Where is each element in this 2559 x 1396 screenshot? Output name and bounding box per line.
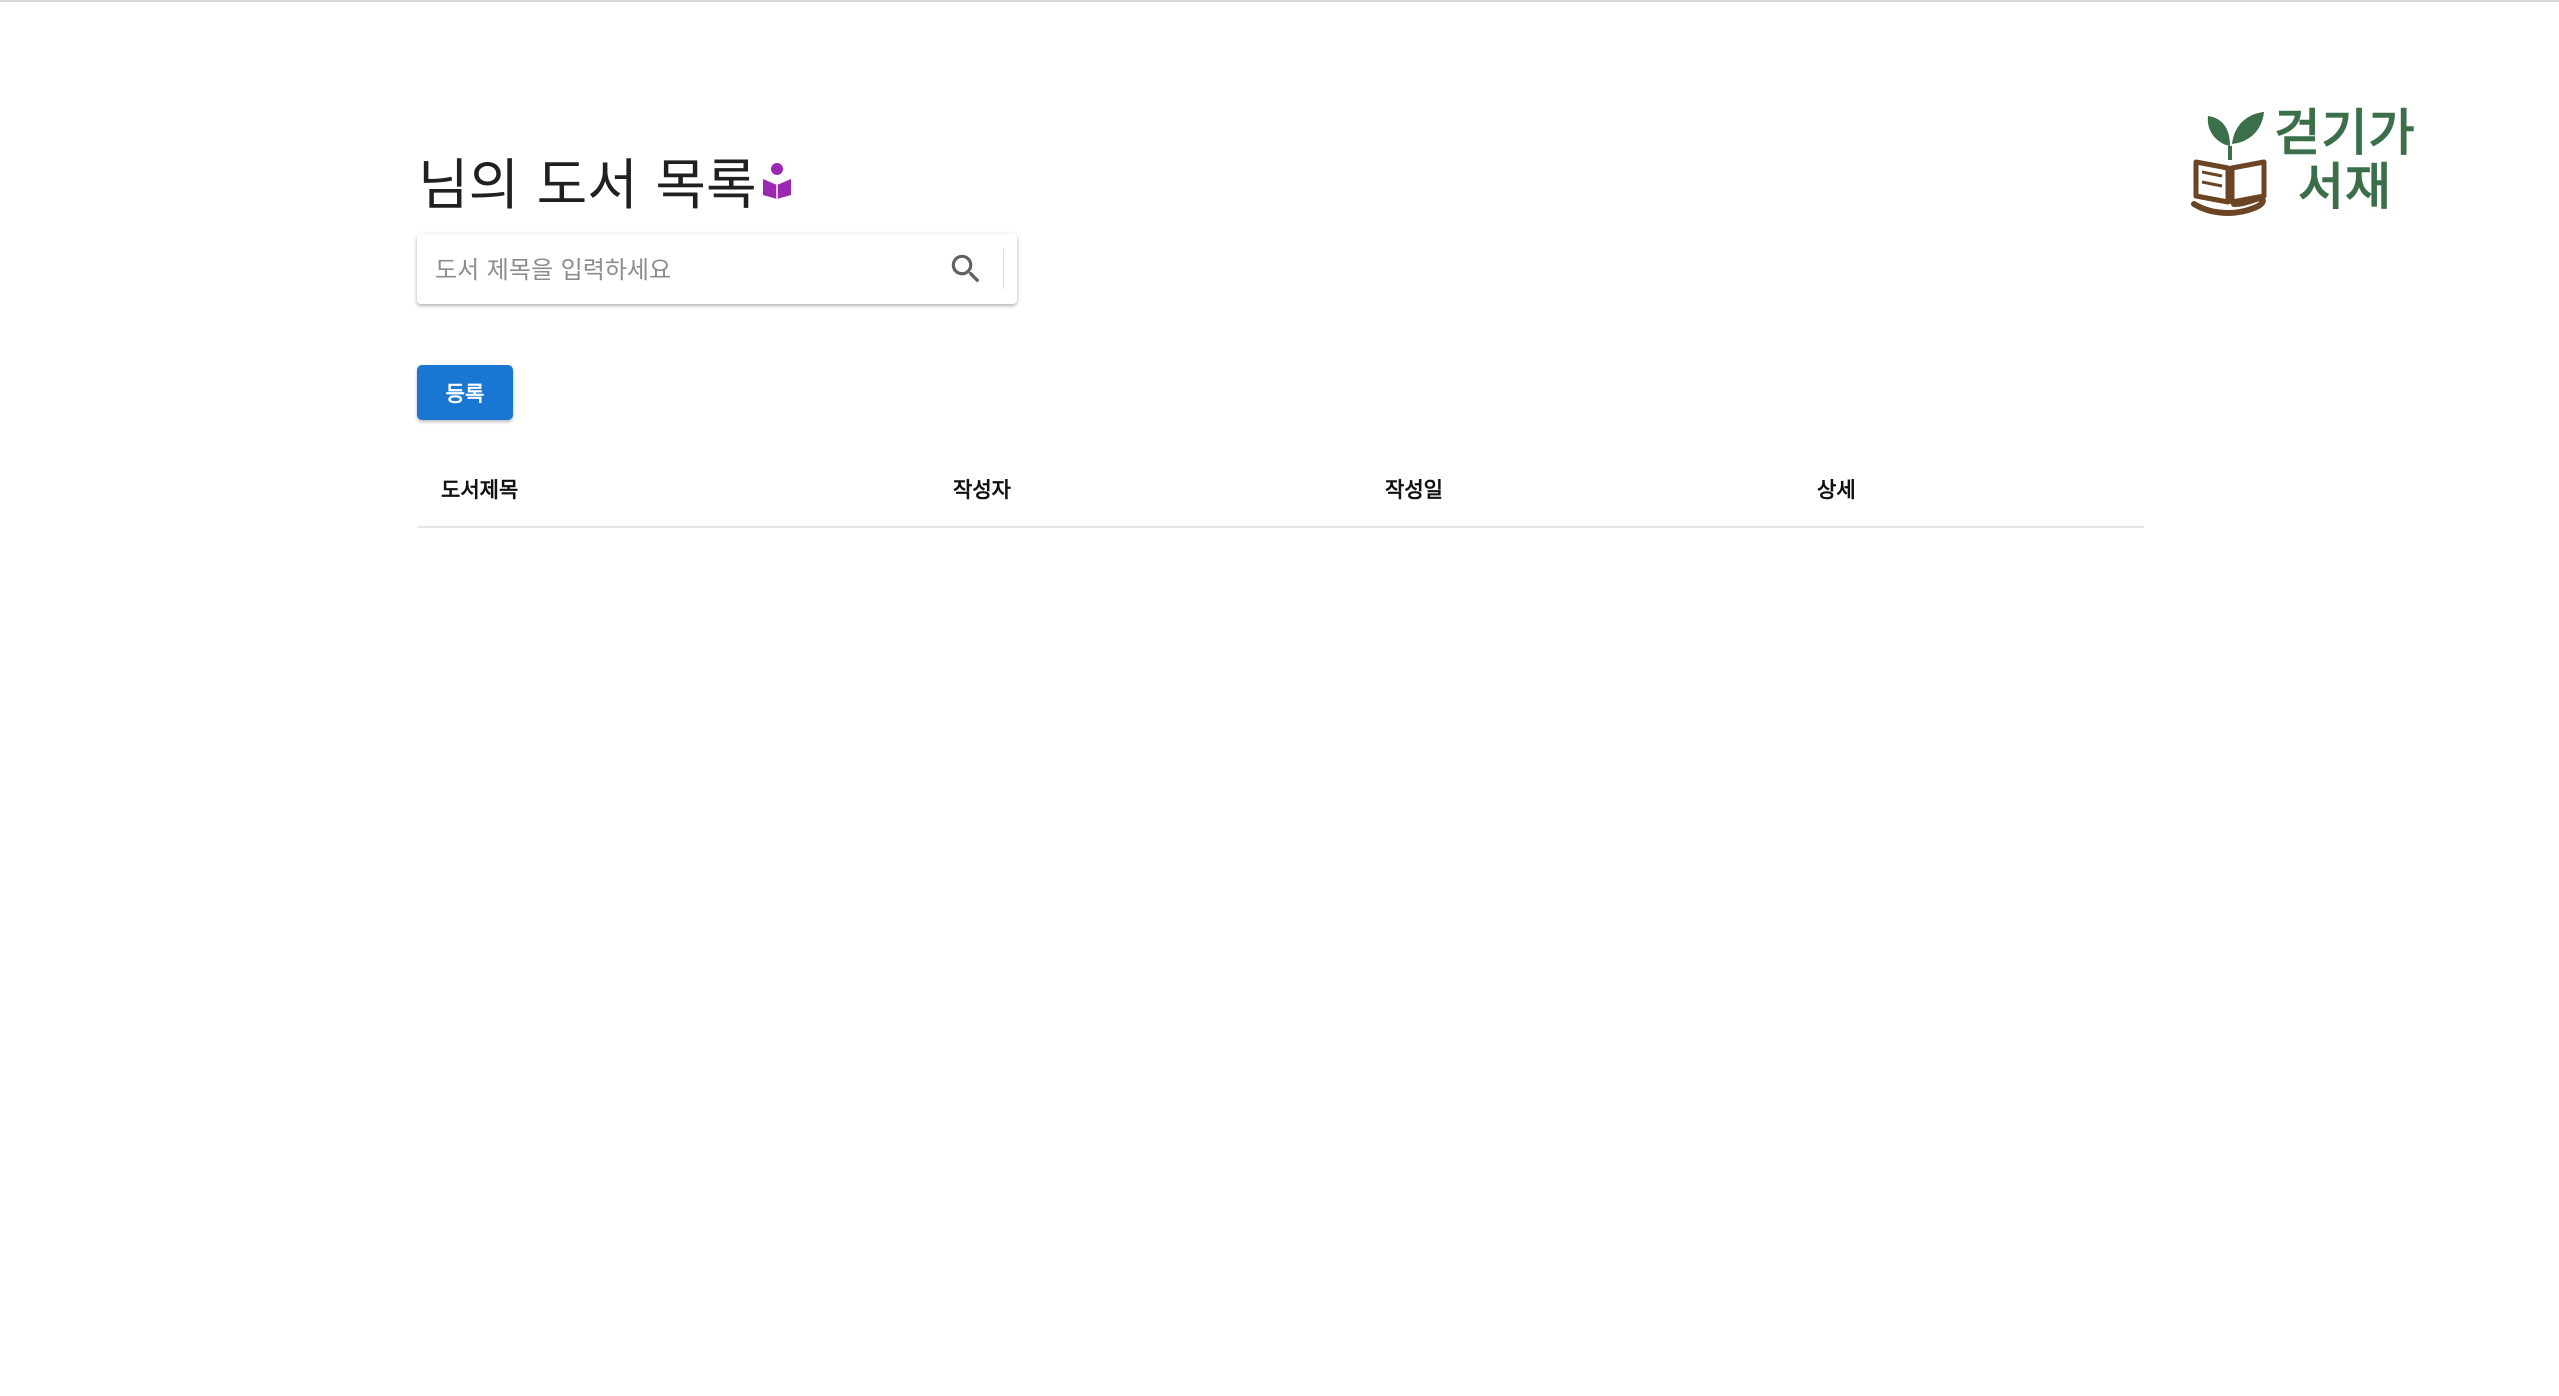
column-header-title[interactable]: 도서제목	[417, 452, 953, 528]
book-sprout-icon	[2191, 112, 2267, 216]
search-input[interactable]	[433, 244, 937, 296]
register-button[interactable]: 등록	[417, 365, 513, 420]
page-title: 님의 도서 목록	[418, 146, 793, 217]
search-box	[417, 234, 1017, 304]
column-header-author[interactable]: 작성자	[953, 452, 1385, 528]
column-header-detail[interactable]: 상세	[1817, 452, 2144, 528]
column-header-date[interactable]: 작성일	[1385, 452, 1817, 528]
search-divider	[1003, 249, 1004, 289]
table-header: 도서제목 작성자 작성일 상세	[417, 452, 2144, 528]
brand-logo[interactable]: 걷기가 서재	[2190, 104, 2420, 216]
page-title-text: 님의 도서 목록	[418, 153, 757, 217]
reading-book-icon	[761, 161, 793, 199]
logo-line-2: 서재	[2298, 158, 2392, 216]
search-icon[interactable]	[947, 250, 985, 288]
top-border	[0, 0, 2559, 2]
logo-line-1: 걷기가	[2274, 104, 2416, 162]
logo-text: 걷기가 서재	[2270, 106, 2420, 214]
table-header-row: 도서제목 작성자 작성일 상세	[417, 452, 2144, 528]
book-table: 도서제목 작성자 작성일 상세	[417, 452, 2144, 528]
